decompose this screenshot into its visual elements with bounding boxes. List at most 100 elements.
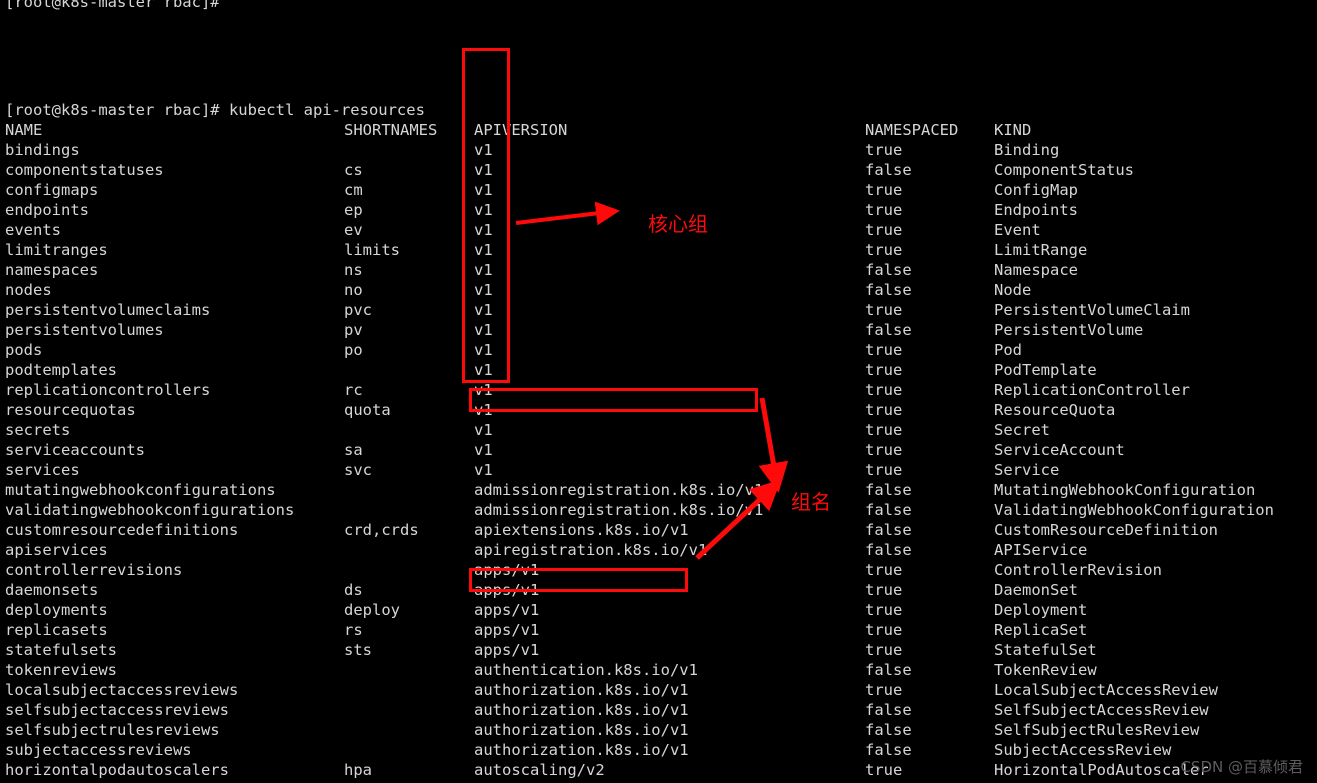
table-row: customresourcedefinitions crd,crds apiexte… [0, 520, 1317, 540]
cell-name: daemonsets [5, 581, 99, 599]
cell-apiversion: autoscaling/v2 [474, 761, 605, 779]
cell-namespaced: false [865, 481, 912, 499]
cell-name: pods [5, 341, 43, 359]
table-row: horizontalpodautoscalers hpa autoscaling/v… [0, 760, 1317, 780]
cell-shortnames: sa [344, 441, 363, 459]
table-row: localsubjectaccessreviews authorization.k… [0, 680, 1317, 700]
cell-shortnames: ev [344, 221, 363, 239]
cell-namespaced: false [865, 521, 912, 539]
cell-name: localsubjectaccessreviews [5, 681, 239, 699]
cell-name: services [5, 461, 80, 479]
cell-apiversion: v1 [474, 181, 493, 199]
cell-namespaced: true [865, 201, 903, 219]
cell-kind: Namespace [994, 261, 1078, 279]
cell-name: mutatingwebhookconfigurations [5, 481, 276, 499]
cell-namespaced: false [865, 721, 912, 739]
cell-name: configmaps [5, 181, 99, 199]
cell-name: serviceaccounts [5, 441, 145, 459]
table-row: tokenreviews authentication.k8s.io/v1 fals… [0, 660, 1317, 680]
cell-name: horizontalpodautoscalers [5, 761, 229, 779]
cell-namespaced: true [865, 761, 903, 779]
table-row: replicasets rs apps/v1 true ReplicaSet [0, 620, 1317, 640]
cell-apiversion: apps/v1 [474, 561, 540, 579]
cell-kind: PersistentVolume [994, 321, 1144, 339]
cell-namespaced: true [865, 241, 903, 259]
csdn-watermark: CSDN @百慕倾君 [1180, 758, 1303, 776]
cell-kind: PodTemplate [994, 361, 1097, 379]
cell-namespaced: false [865, 541, 912, 559]
cell-namespaced: true [865, 381, 903, 399]
cell-apiversion: v1 [474, 161, 493, 179]
table-row: persistentvolumes pv v1 false PersistentVolu… [0, 320, 1317, 340]
cell-kind: ControllerRevision [994, 561, 1162, 579]
cell-name: selfsubjectaccessreviews [5, 701, 229, 719]
table-row: replicationcontrollers rc v1 true Replicatio… [0, 380, 1317, 400]
cell-name: statefulsets [5, 641, 117, 659]
table-row: selfsubjectrulesreviews authorization.k8s… [0, 720, 1317, 740]
cell-apiversion: authorization.k8s.io/v1 [474, 701, 689, 719]
cell-namespaced: true [865, 341, 903, 359]
table-row: resourcequotas quota v1 true ResourceQuota [0, 400, 1317, 420]
cell-name: customresourcedefinitions [5, 521, 239, 539]
cell-kind: TokenReview [994, 661, 1097, 679]
cell-name: apiservices [5, 541, 108, 559]
table-row: validatingwebhookconfigurations admission… [0, 500, 1317, 520]
cell-apiversion: v1 [474, 421, 493, 439]
cell-kind: Pod [994, 341, 1022, 359]
cell-namespaced: true [865, 681, 903, 699]
cell-shortnames: po [344, 341, 363, 359]
header-shortnames: SHORTNAMES [344, 121, 438, 139]
cell-namespaced: true [865, 561, 903, 579]
cell-apiversion: admissionregistration.k8s.io/v1 [474, 481, 764, 499]
cell-namespaced: false [865, 281, 912, 299]
cell-shortnames: pvc [344, 301, 372, 319]
table-row: statefulsets sts apps/v1 true StatefulSet [0, 640, 1317, 660]
cell-kind: Event [994, 221, 1041, 239]
cell-shortnames: cm [344, 181, 363, 199]
cell-kind: Binding [994, 141, 1060, 159]
cell-shortnames: ds [344, 581, 363, 599]
cell-shortnames: pv [344, 321, 363, 339]
terminal-output[interactable]: [root@k8s-master rbac]# [root@k8s-master… [0, 0, 1317, 783]
table-header-row: NAME SHORTNAMES APIVERSION NAMESPACED KIND [0, 120, 1317, 140]
cell-kind: ServiceAccount [994, 441, 1125, 459]
cell-name: tokenreviews [5, 661, 117, 679]
cell-name: namespaces [5, 261, 99, 279]
cell-apiversion: v1 [474, 461, 493, 479]
table-row: controllerrevisions apps/v1 true Controller… [0, 560, 1317, 580]
annotation-label-group-name: 组名 [791, 490, 831, 514]
cell-apiversion: admissionregistration.k8s.io/v1 [474, 501, 764, 519]
cell-kind: SelfSubjectRulesReview [994, 721, 1200, 739]
cell-kind: ReplicationController [994, 381, 1190, 399]
cell-name: persistentvolumes [5, 321, 164, 339]
cell-namespaced: true [865, 601, 903, 619]
cell-namespaced: false [865, 161, 912, 179]
cell-namespaced: true [865, 181, 903, 199]
cell-name: controllerrevisions [5, 561, 183, 579]
table-row: componentstatuses cs v1 false ComponentStatu… [0, 160, 1317, 180]
cell-namespaced: false [865, 501, 912, 519]
cell-name: validatingwebhookconfigurations [5, 501, 295, 519]
table-row: mutatingwebhookconfigurations admissionre… [0, 480, 1317, 500]
cell-apiversion: v1 [474, 361, 493, 379]
cell-shortnames: limits [344, 241, 400, 259]
cell-kind: CustomResourceDefinition [994, 521, 1218, 539]
cell-namespaced: false [865, 321, 912, 339]
cell-shortnames: deploy [344, 601, 400, 619]
cell-shortnames: quota [344, 401, 391, 419]
cell-apiversion: authorization.k8s.io/v1 [474, 741, 689, 759]
cell-kind: HorizontalPodAutoscaler [994, 761, 1209, 779]
table-row: podtemplates v1 true PodTemplate [0, 360, 1317, 380]
cell-name: limitranges [5, 241, 108, 259]
cell-namespaced: false [865, 741, 912, 759]
cell-apiversion: apps/v1 [474, 601, 540, 619]
cell-namespaced: true [865, 581, 903, 599]
table-row: configmaps cm v1 true ConfigMap [0, 180, 1317, 200]
cell-name: podtemplates [5, 361, 117, 379]
table-row: nodes no v1 false Node [0, 280, 1317, 300]
cell-namespaced: true [865, 421, 903, 439]
cell-apiversion: v1 [474, 141, 493, 159]
annotation-label-core-group: 核心组 [648, 212, 708, 236]
cell-name: events [5, 221, 61, 239]
cell-name: selfsubjectrulesreviews [5, 721, 220, 739]
